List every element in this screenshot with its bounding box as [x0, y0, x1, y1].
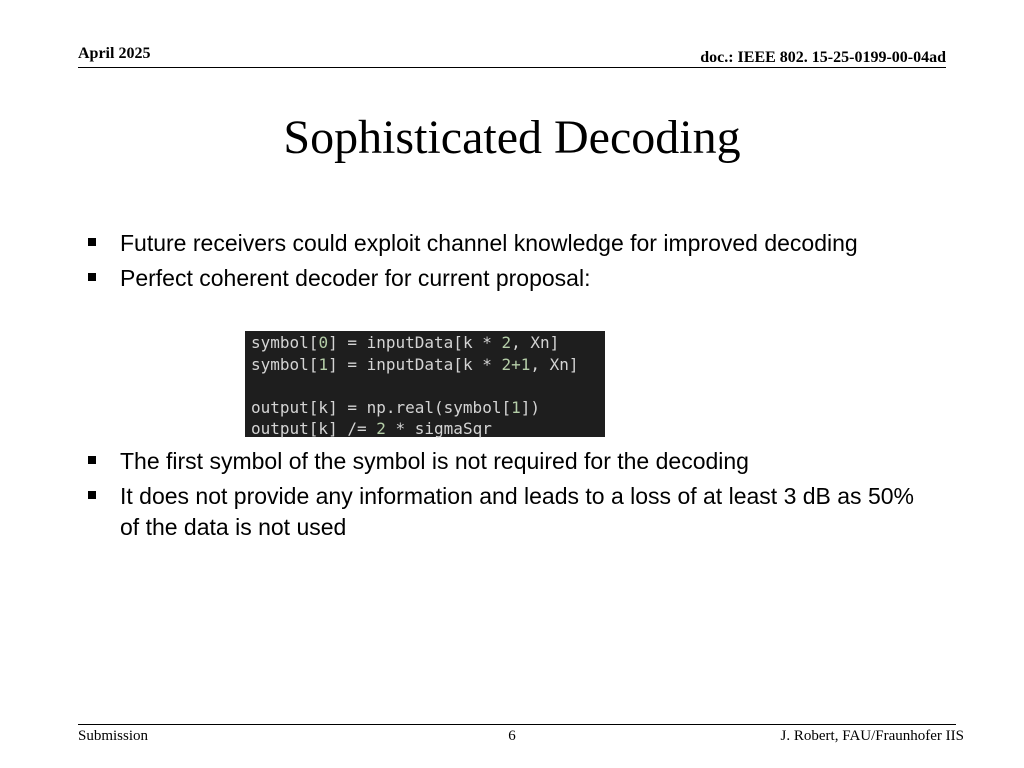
- bullet-item: It does not provide any information and …: [88, 481, 918, 543]
- footer-divider: [78, 724, 956, 725]
- bullet-item: The first symbol of the symbol is not re…: [88, 446, 918, 477]
- code-snippet: symbol[0] = inputData[k * 2, Xn] symbol[1…: [245, 331, 605, 438]
- header-date: April 2025: [78, 45, 151, 62]
- footer-author: J. Robert, FAU/Fraunhofer IIS: [780, 728, 964, 744]
- bullet-item: Future receivers could exploit channel k…: [88, 228, 918, 259]
- code-line: symbol[0] = inputData[k * 2, Xn]: [251, 333, 560, 352]
- code-line: symbol[1] = inputData[k * 2+1, Xn]: [251, 354, 579, 374]
- bullet-list-bottom: The first symbol of the symbol is not re…: [88, 446, 918, 547]
- bullet-text: Future receivers could exploit channel k…: [120, 230, 858, 256]
- header-divider: [78, 67, 946, 68]
- bullet-item: Perfect coherent decoder for current pro…: [88, 263, 918, 294]
- code-line: output[k] = np.real(symbol[1]): [251, 397, 540, 417]
- header-doc-id: doc.: IEEE 802. 15-25-0199-00-04ad: [700, 49, 946, 66]
- bullet-text: It does not provide any information and …: [120, 483, 914, 540]
- slide-title: Sophisticated Decoding: [283, 111, 741, 164]
- code-line: output[k] /= 2 * sigmaSqr: [251, 419, 492, 438]
- square-bullet-icon: [88, 273, 96, 281]
- bullet-list-top: Future receivers could exploit channel k…: [88, 228, 918, 298]
- square-bullet-icon: [88, 491, 96, 499]
- bullet-text: The first symbol of the symbol is not re…: [120, 448, 749, 474]
- square-bullet-icon: [88, 456, 96, 464]
- square-bullet-icon: [88, 238, 96, 246]
- bullet-text: Perfect coherent decoder for current pro…: [120, 265, 591, 291]
